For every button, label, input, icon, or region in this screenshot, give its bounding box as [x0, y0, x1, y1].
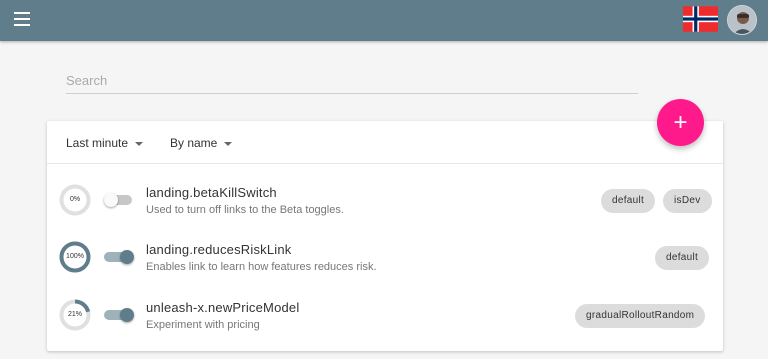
feature-name-link[interactable]: landing.reducesRiskLink — [146, 242, 292, 257]
feature-row: 21% unleash-x.newPriceModel Experiment w… — [47, 299, 723, 357]
add-feature-button[interactable]: + — [657, 99, 704, 146]
features-card: Last minute By name 0% landing.betaKillS… — [47, 121, 723, 351]
app-header — [0, 0, 768, 41]
user-avatar[interactable] — [727, 5, 757, 35]
hamburger-menu-icon[interactable] — [14, 12, 32, 26]
usage-percent: 100% — [66, 253, 84, 260]
norway-flag-icon[interactable] — [683, 6, 718, 32]
usage-percent: 0% — [69, 196, 81, 203]
strategy-chip[interactable]: gradualRolloutRandom — [575, 304, 706, 328]
sort-label: By name — [170, 136, 218, 150]
time-filter-dropdown[interactable]: Last minute — [66, 136, 144, 150]
sort-dropdown[interactable]: By name — [170, 136, 233, 150]
feature-name-link[interactable]: unleash-x.newPriceModel — [146, 300, 299, 315]
feature-description: Experiment with pricing — [146, 319, 260, 331]
feature-toggle[interactable] — [104, 250, 134, 264]
strategy-chip[interactable]: default — [655, 246, 710, 270]
feature-row: 0% landing.betaKillSwitch Used to turn o… — [47, 184, 723, 242]
feature-description: Enables link to learn how features reduc… — [146, 261, 377, 273]
strategy-chip[interactable]: isDev — [663, 189, 712, 213]
chevron-down-icon — [135, 141, 144, 146]
feature-name-link[interactable]: landing.betaKillSwitch — [146, 185, 277, 200]
time-filter-label: Last minute — [66, 136, 129, 150]
filter-bar: Last minute By name — [47, 121, 723, 164]
usage-percent: 21% — [67, 311, 82, 318]
feature-toggle[interactable] — [104, 308, 134, 322]
strategy-chip[interactable]: default — [601, 189, 656, 213]
feature-row: 100% landing.reducesRiskLink Enables lin… — [47, 241, 723, 299]
feature-description: Used to turn off links to the Beta toggl… — [146, 204, 344, 216]
chevron-down-icon — [224, 141, 233, 146]
feature-toggle[interactable] — [104, 193, 134, 207]
search-input[interactable] — [66, 68, 638, 94]
